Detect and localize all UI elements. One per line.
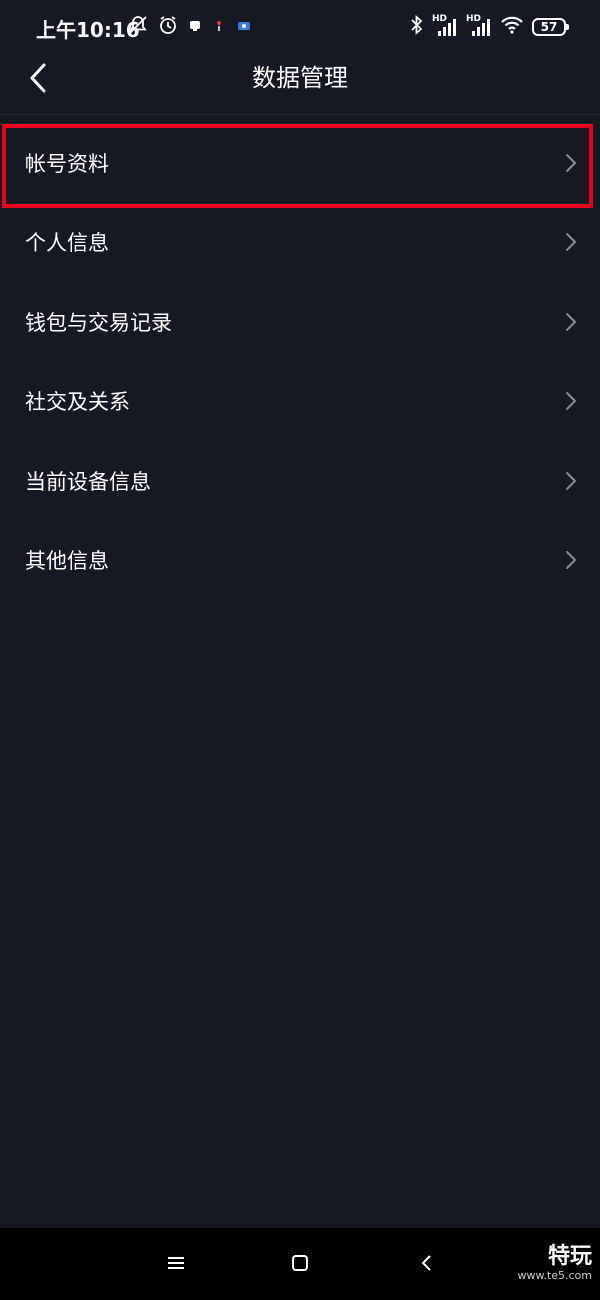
chevron-right-icon [566,233,576,252]
wifi-icon [500,15,524,39]
alarm-clock-icon [158,15,178,39]
chevron-right-icon [566,312,576,331]
menu-lines-icon [167,1255,185,1275]
status-time: 上午10:16 [36,18,140,42]
nav-header: 数据管理 [0,54,600,115]
home-button[interactable] [285,1250,315,1280]
status-notification-icons [128,15,252,39]
square-home-icon [291,1254,309,1276]
battery-icon: 57 [532,18,569,36]
menu-item-label: 社交及关系 [25,390,130,415]
status-system-icons: HD HD 57 [410,14,569,39]
menu-item-label: 钱包与交易记录 [25,310,172,335]
menu-item-other-info[interactable]: 其他信息 [0,521,600,601]
watermark-brand: 特玩 [547,1244,592,1269]
chevron-right-icon [566,551,576,570]
chevron-right-icon [566,471,576,490]
page-title: 数据管理 [252,64,348,92]
app-notification-icon [212,18,226,37]
system-back-button[interactable] [411,1250,441,1280]
menu-item-label: 帐号资料 [25,151,109,176]
watermark-url: www.te5.com [517,1269,592,1282]
menu-item-social-relations[interactable]: 社交及关系 [0,362,600,442]
bluetooth-icon [410,14,424,39]
recent-apps-button[interactable] [161,1250,191,1280]
system-nav-bar: 特玩 www.te5.com [0,1228,600,1300]
menu-item-account-profile[interactable]: 帐号资料 [0,123,600,203]
cellular-signal-icon: HD [432,14,458,38]
screen: 上午10:16 HD HD 57 数据管理 帐号资料 个人信息 钱包与交易记录 … [0,0,600,1300]
menu-list: 帐号资料 个人信息 钱包与交易记录 社交及关系 当前设备信息 其他信息 [0,123,600,600]
menu-item-label: 当前设备信息 [25,469,151,494]
app-notification-icon [236,18,252,37]
menu-item-personal-info[interactable]: 个人信息 [0,203,600,283]
menu-item-label: 个人信息 [25,231,109,256]
mute-bell-icon [128,15,148,39]
chevron-right-icon [566,392,576,411]
menu-item-wallet-transactions[interactable]: 钱包与交易记录 [0,282,600,362]
menu-item-current-device[interactable]: 当前设备信息 [0,441,600,521]
chevron-right-icon [566,153,576,172]
cellular-signal-icon: HD [466,14,492,38]
back-triangle-icon [420,1254,432,1276]
menu-item-label: 其他信息 [25,549,109,574]
watermark: 特玩 www.te5.com [517,1244,592,1282]
app-notification-icon [188,18,202,37]
status-bar: 上午10:16 HD HD 57 [0,0,600,54]
